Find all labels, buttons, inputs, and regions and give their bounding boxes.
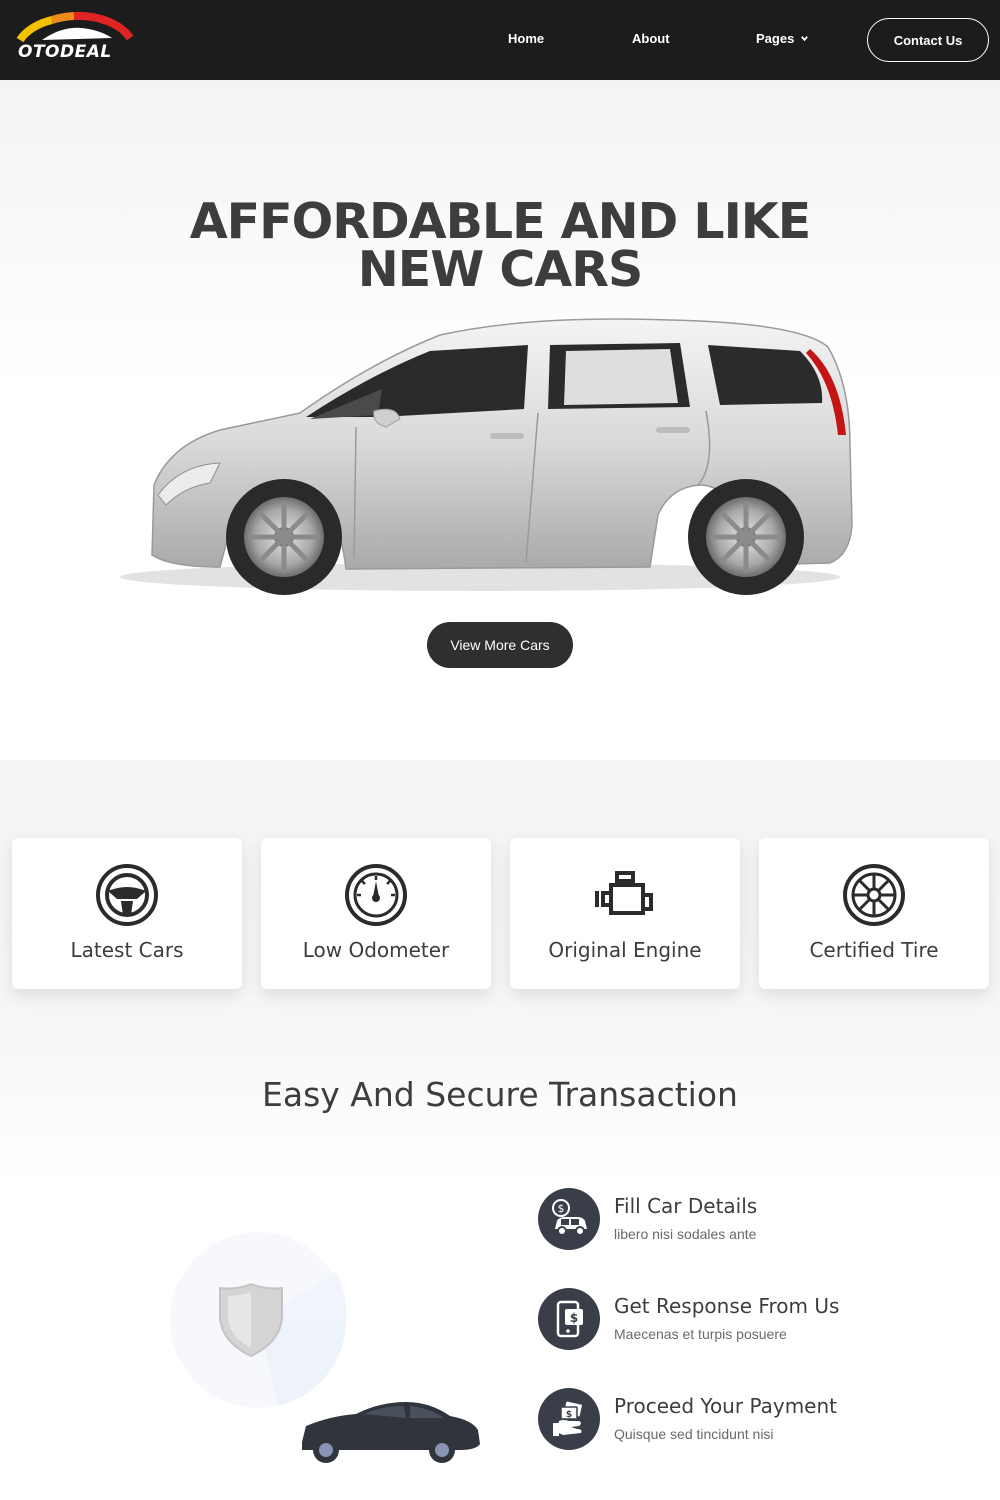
step-description: libero nisi sodales ante [614, 1226, 757, 1242]
step-title: Get Response From Us [614, 1294, 840, 1318]
cash-hand-icon: $ [538, 1388, 600, 1450]
step-proceed-payment: $ Proceed Your Payment Quisque sed tinci… [538, 1388, 958, 1458]
feature-card-certified-tire: Certified Tire [759, 838, 989, 989]
chevron-down-icon [801, 36, 809, 42]
logo-text: OTODEAL [18, 42, 112, 62]
steering-wheel-icon [96, 864, 158, 926]
step-description: Quisque sed tincidunt nisi [614, 1426, 774, 1442]
svg-text:$: $ [566, 1410, 572, 1420]
hero-title-line2: NEW CARS [357, 241, 644, 298]
step-title: Proceed Your Payment [614, 1394, 837, 1418]
feature-card-latest-cars: Latest Cars [12, 838, 242, 989]
site-header: OTODEAL Home About Pages Contact Us [0, 0, 1000, 80]
otodeal-logo[interactable]: OTODEAL [12, 11, 136, 64]
feature-card-low-odometer: Low Odometer [261, 838, 491, 989]
speedometer-icon [345, 864, 407, 926]
feature-label: Original Engine [548, 938, 702, 962]
nav-pages[interactable]: Pages [756, 31, 809, 46]
features-section: Latest Cars Low Odometer Original Engine… [0, 760, 1000, 1180]
nav-home[interactable]: Home [508, 31, 544, 46]
feature-label: Latest Cars [70, 938, 184, 962]
engine-icon [595, 871, 653, 915]
feature-label: Low Odometer [302, 938, 450, 962]
car-money-icon: $ [538, 1188, 600, 1250]
logo-speedometer-icon [16, 11, 134, 43]
phone-dollar-icon: $ [538, 1288, 600, 1350]
view-more-cars-button[interactable]: View More Cars [427, 622, 573, 668]
contact-us-button[interactable]: Contact Us [867, 18, 989, 62]
secure-transaction-illustration [170, 1232, 480, 1463]
nav-pages-label: Pages [756, 31, 795, 46]
nav-about[interactable]: About [632, 31, 670, 46]
tire-icon [843, 864, 905, 926]
hero-section: AFFORDABLE AND LIKE NEW CARS View More C… [0, 80, 1000, 760]
step-fill-car-details: $ Fill Car Details libero nisi sodales a… [538, 1188, 958, 1258]
hero-title: AFFORDABLE AND LIKE NEW CARS [0, 193, 1000, 298]
step-get-response: $ Get Response From Us Maecenas et turpi… [538, 1288, 958, 1358]
svg-text:$: $ [570, 1311, 578, 1325]
feature-label: Certified Tire [809, 938, 939, 962]
svg-text:$: $ [558, 1202, 565, 1215]
feature-card-original-engine: Original Engine [510, 838, 740, 989]
hero-title-line1: AFFORDABLE AND LIKE [189, 193, 812, 250]
transaction-section-title: Easy And Secure Transaction [262, 1075, 738, 1114]
step-title: Fill Car Details [614, 1194, 758, 1218]
step-description: Maecenas et turpis posuere [614, 1326, 787, 1342]
